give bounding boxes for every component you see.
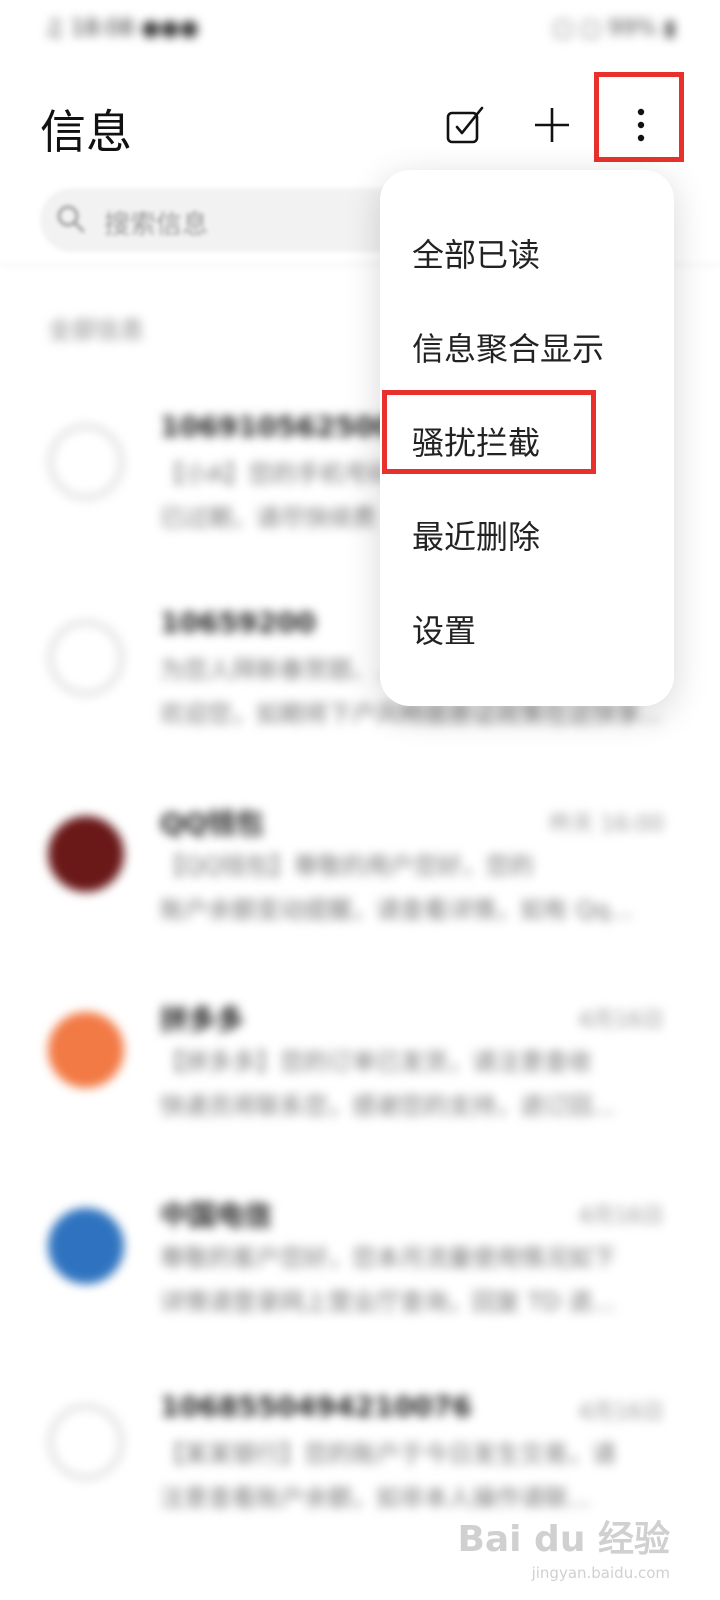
watermark: Bai du 经验 jingyan.baidu.com — [457, 1510, 670, 1582]
conversation-item[interactable]: QQ钱包 昨天 16:00 【QQ钱包】尊敬的用户您好，您的 账户余额变动提醒，… — [0, 786, 720, 982]
conversation-time: 4月16日 — [578, 1204, 664, 1229]
avatar — [48, 424, 124, 500]
conversation-time: 昨天 16:00 — [549, 812, 664, 837]
conversation-preview: 账户余额变动提醒，请查看详情，如有 Qq... — [160, 896, 633, 924]
conversation-name: 106910562500 — [160, 410, 394, 443]
conversation-time: 4月16日 — [578, 1008, 664, 1033]
conversation-preview: 【拼多多】您的订单已发货，请注意查收 — [160, 1048, 592, 1076]
conversation-name: 中国电信 — [160, 1199, 273, 1232]
conversation-preview: 快递员将联系您，感谢您的支持，退订回... — [160, 1092, 615, 1120]
status-bar: ♫ 18:08 ●●● ▢ ▢ 99% ▮ — [0, 0, 720, 60]
conversation-name: QQ钱包 — [160, 807, 264, 840]
conversation-preview: 尊敬的客户您好，您本月流量使用情况如下 — [160, 1244, 616, 1272]
edit-icon[interactable] — [440, 98, 490, 152]
spam-block-highlight — [382, 390, 596, 474]
avatar — [48, 816, 124, 892]
avatar — [48, 1208, 124, 1284]
avatar — [48, 1012, 124, 1088]
avatar — [48, 1404, 124, 1480]
search-icon — [56, 204, 86, 238]
status-time: ♫ 18:08 ●●● — [44, 16, 199, 41]
watermark-url: jingyan.baidu.com — [531, 1564, 670, 1582]
conversation-name: 拼多多 — [160, 1003, 245, 1036]
conversation-preview: 【某某银行】您的账户于今日发生交易，请 — [160, 1440, 616, 1468]
plus-icon[interactable] — [527, 98, 577, 152]
conversation-item[interactable]: 拼多多 4月16日 【拼多多】您的订单已发货，请注意查收 快递员将联系您，感谢您… — [0, 982, 720, 1178]
section-label: 全部信息 — [48, 316, 144, 344]
conversation-item[interactable]: 中国电信 4月16日 尊敬的客户您好，您本月流量使用情况如下 详情请登录网上营业… — [0, 1178, 720, 1374]
conversation-name: 1068550494210076 — [160, 1390, 472, 1423]
status-icons: ▢ ▢ 99% ▮ — [552, 16, 676, 41]
menu-item-aggregate-display[interactable]: 信息聚合显示 — [412, 324, 604, 370]
avatar — [48, 620, 124, 696]
conversation-preview: 详情请登录网上营业厅查询，回复 TD 退... — [160, 1288, 616, 1316]
menu-item-mark-all-read[interactable]: 全部已读 — [412, 230, 540, 276]
conversation-name: 10659200 — [160, 606, 316, 639]
menu-item-recently-deleted[interactable]: 最近删除 — [412, 512, 540, 558]
page-title: 信息 — [40, 105, 132, 159]
conversation-preview: 注意查看账户余额，如非本人操作请联... — [160, 1484, 591, 1512]
menu-item-settings[interactable]: 设置 — [412, 606, 476, 652]
conversation-preview: 【QQ钱包】尊敬的用户您好，您的 — [160, 852, 534, 880]
conversation-time: 4月16日 — [578, 1400, 664, 1425]
watermark-logo: Bai du 经验 — [457, 1519, 670, 1560]
search-placeholder: 搜索信息 — [104, 210, 209, 240]
more-button-highlight — [594, 72, 684, 162]
